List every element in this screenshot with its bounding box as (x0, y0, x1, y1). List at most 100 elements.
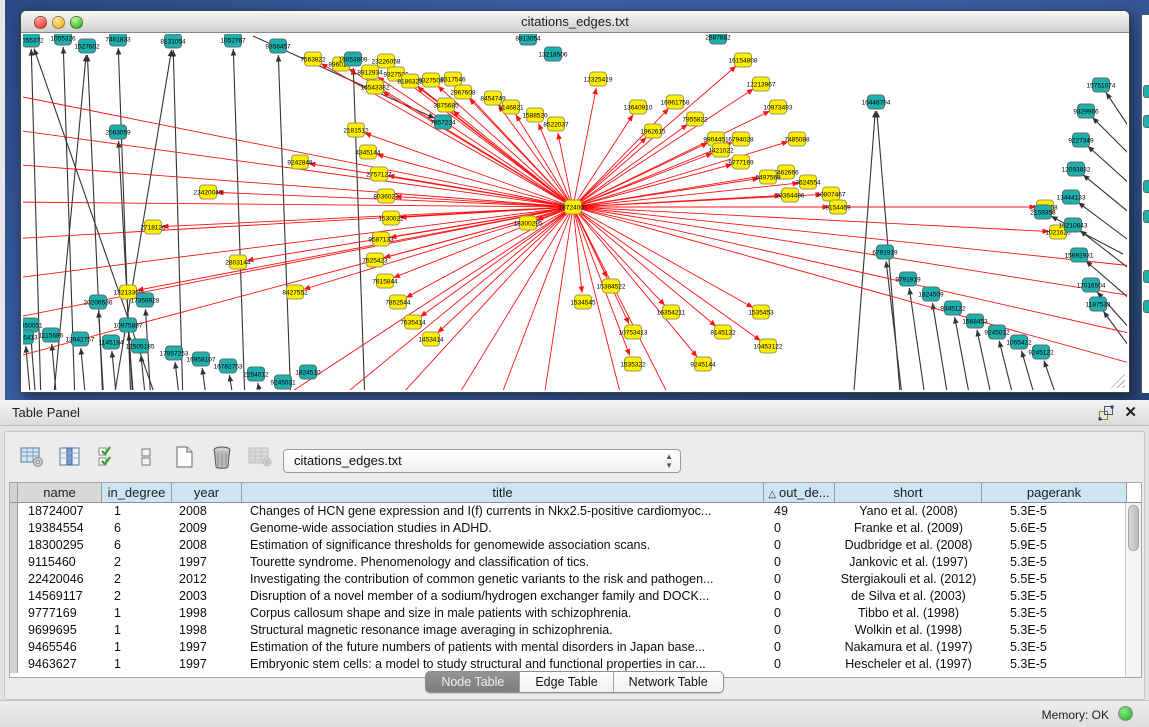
graph-node[interactable]: 3624554 (795, 175, 821, 189)
graph-node[interactable]: 2063059 (105, 125, 131, 139)
graph-node[interactable]: 12213967 (747, 77, 776, 91)
table-row[interactable]: 911546021997Tourette syndrome. Phenomeno… (10, 554, 1141, 571)
graph-node[interactable]: 13444133 (1057, 190, 1086, 204)
graph-node[interactable]: 2181512 (343, 123, 369, 137)
graph-node[interactable]: 7461833 (105, 34, 131, 46)
table-row[interactable]: 1830029562008Estimation of significance … (10, 537, 1141, 554)
graph-node[interactable]: 12093832 (1062, 162, 1091, 176)
graph-node[interactable]: 9245144 (690, 357, 716, 371)
graph-node[interactable]: 1421022 (708, 143, 734, 157)
graph-node[interactable]: 1052767 (220, 34, 246, 47)
graph-node[interactable]: 9154469 (825, 200, 851, 214)
graph-node[interactable]: 16958107 (187, 352, 216, 366)
network-window-titlebar[interactable]: citations_edges.txt (21, 11, 1129, 33)
graph-node[interactable]: 9227349 (1068, 133, 1094, 147)
graph-node[interactable]: 1962615 (640, 124, 666, 138)
table-row[interactable]: 977716911998Corpus callosum shape and si… (10, 605, 1141, 622)
graph-node[interactable]: 8131054 (160, 34, 186, 48)
graph-node[interactable]: 9242848 (287, 155, 313, 169)
graph-node[interactable]: 8427552 (282, 285, 308, 299)
zoom-window-button[interactable] (70, 16, 83, 29)
graph-node[interactable]: 1453414 (418, 332, 444, 346)
graph-node[interactable]: 1824509 (918, 287, 944, 301)
graph-node[interactable]: 13640910 (624, 100, 653, 114)
graph-node[interactable]: 23420046 (194, 185, 223, 199)
graph-node[interactable]: 1535453 (748, 305, 774, 319)
column-header-pagerank[interactable]: pagerank (982, 483, 1127, 502)
graph-node[interactable]: 12325419 (584, 72, 613, 86)
graph-node[interactable]: 9329966 (1073, 104, 1099, 118)
graph-node[interactable]: 1055326 (50, 34, 76, 45)
graph-node[interactable]: 9345122 (940, 301, 966, 315)
graph-node[interactable]: 17016504 (1077, 278, 1106, 292)
graph-node[interactable]: 2967608 (450, 85, 476, 99)
graph-node[interactable]: 1535322 (620, 357, 646, 371)
graph-node[interactable]: 1145194 (99, 335, 124, 349)
create-column-icon[interactable] (171, 444, 196, 470)
graph-node[interactable]: 15751074 (1087, 78, 1116, 92)
column-header-name[interactable]: name (18, 483, 102, 502)
graph-node[interactable]: 20364486 (776, 188, 805, 202)
graph-node[interactable]: 16448794 (862, 95, 891, 109)
network-canvas[interactable]: 1872400775638228960128891293423226058932… (23, 34, 1127, 390)
table-scrollbar-thumb[interactable] (1128, 505, 1139, 551)
graph-node[interactable]: 8813054 (515, 34, 541, 45)
graph-node[interactable]: 2887682 (705, 34, 731, 44)
table-row[interactable]: 1938455462009Genome-wide association stu… (10, 520, 1141, 537)
network-view-window[interactable]: citations_edges.txt 18724007756382289601… (20, 10, 1130, 393)
graph-node[interactable]: 15692931 (1065, 248, 1094, 262)
delete-table-icon[interactable] (247, 444, 272, 470)
graph-node[interactable]: 9791919 (895, 272, 921, 286)
graph-node[interactable]: 4345144 (355, 145, 381, 159)
graph-node[interactable]: 10453122 (754, 339, 783, 353)
column-visibility-icon[interactable] (57, 444, 82, 470)
tab-node-table[interactable]: Node Table (426, 672, 520, 692)
graph-node[interactable]: 1668453 (962, 314, 988, 328)
table-row[interactable]: 946554611997Estimation of the future num… (10, 639, 1141, 656)
graph-node[interactable]: 1187533 (1086, 297, 1111, 311)
graph-node[interactable]: 3875685 (433, 98, 459, 112)
delete-column-icon[interactable] (209, 444, 234, 470)
graph-node[interactable]: 1824510 (295, 365, 321, 379)
graph-node[interactable]: 16154808 (729, 53, 758, 67)
graph-node[interactable]: 9245012 (984, 325, 1010, 339)
graph-node[interactable]: 17957253 (160, 346, 189, 360)
column-header-out_degree[interactable]: △out_de... (764, 483, 835, 502)
graph-node[interactable]: 2718126 (140, 220, 166, 234)
table-row[interactable]: 1456911722003Disruption of a novel membe… (10, 588, 1141, 605)
table-selector-dropdown[interactable]: citations_edges.txt ▲▼ (283, 449, 681, 473)
graph-node[interactable]: 7615844 (372, 274, 398, 288)
graph-node[interactable]: 3146821 (498, 100, 524, 114)
close-window-button[interactable] (34, 16, 47, 29)
table-row[interactable]: 2242004622012Investigating the contribut… (10, 571, 1141, 588)
graph-node[interactable]: 9777169 (728, 155, 754, 169)
graph-node[interactable]: 16354211 (657, 305, 686, 319)
graph-node[interactable]: 1065422 (1006, 335, 1032, 349)
graph-node[interactable]: 1527602 (74, 39, 100, 53)
float-panel-icon[interactable] (1098, 405, 1115, 421)
graph-node[interactable]: 1534545 (570, 295, 596, 309)
graph-node[interactable]: 13942757 (66, 332, 95, 346)
graph-node[interactable]: 6794028 (728, 132, 754, 146)
table-row[interactable]: 1872400712008Changes of HCN gene express… (10, 503, 1141, 520)
graph-node[interactable]: 7635414 (400, 315, 426, 329)
row-height-icon[interactable] (133, 444, 158, 470)
graph-node[interactable]: 2254012 (243, 367, 269, 381)
tab-edge-table[interactable]: Edge Table (520, 672, 613, 692)
column-header-short[interactable]: short (835, 483, 982, 502)
graph-node[interactable]: 6791919 (872, 245, 898, 259)
graph-node[interactable]: 16961758 (661, 95, 690, 109)
column-header-in_degree[interactable]: in_degree (102, 483, 172, 502)
graph-node[interactable]: 9245122 (1028, 345, 1054, 359)
graph-node[interactable]: 2055372 (23, 34, 44, 47)
graph-node[interactable]: 10807467 (817, 187, 846, 201)
graph-node[interactable]: 1530022 (378, 211, 404, 225)
graph-node[interactable]: 2757127 (366, 167, 392, 181)
table-row[interactable]: 969969511998Structural magnetic resonanc… (10, 622, 1141, 639)
graph-node[interactable]: 7485088 (784, 132, 810, 146)
graph-node[interactable]: 9317546 (440, 72, 466, 86)
column-header-year[interactable]: year (172, 483, 242, 502)
graph-node[interactable]: 8522037 (543, 117, 569, 131)
table-scrollbar[interactable] (1125, 503, 1141, 677)
graph-node[interactable]: 13218506 (539, 47, 568, 61)
